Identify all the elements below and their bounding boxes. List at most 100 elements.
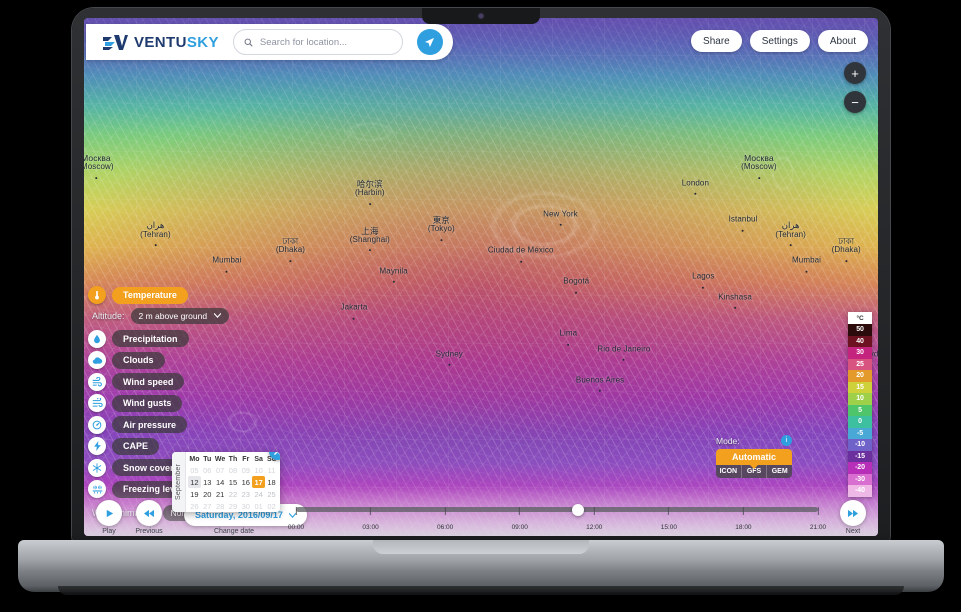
time-tick: 18:00 (735, 507, 752, 534)
layer-label: Temperature (112, 286, 188, 304)
layer-item-temperature[interactable]: Temperature (88, 286, 229, 304)
layer-label: CAPE (112, 437, 160, 455)
next-button[interactable] (840, 500, 866, 526)
calendar-week-row: 12 13 14 15 16 17 18 (188, 476, 278, 488)
calendar-day[interactable]: 20 (201, 488, 214, 500)
mode-automatic-button[interactable]: Automatic (716, 449, 792, 469)
altitude-label: Altitude: (92, 310, 125, 321)
legend-stop: 5 (848, 404, 872, 416)
legend-stop: -30 (848, 473, 872, 485)
about-button[interactable]: About (817, 30, 868, 52)
map-city-label: Ciudad de México (487, 245, 554, 262)
map-city-label: Sydney (435, 349, 463, 366)
mode-header: Mode: i (716, 435, 792, 446)
wind-icon (88, 372, 106, 391)
zoom-out-button[interactable]: − (844, 91, 866, 113)
layer-item-clouds[interactable]: Clouds (88, 351, 229, 369)
map-city-label: Mumbai (212, 256, 242, 273)
calendar-day[interactable]: 27 (201, 500, 214, 512)
calendar-week-row: 19 20 21 22 23 24 25 (188, 488, 278, 500)
map-city-label: 哈尔滨 (Harbin) (354, 179, 385, 205)
calendar-day[interactable]: 02 (265, 500, 278, 512)
map-city-label: 東京 (Tokyo) (427, 215, 455, 241)
time-tick: 06:00 (437, 507, 453, 534)
top-bar: VENTUSKY Search for location... Share Se… (84, 18, 878, 66)
layer-label: Clouds (112, 351, 165, 369)
calendar-day[interactable]: 24 (252, 488, 265, 500)
calendar-day[interactable]: 05 (188, 464, 201, 476)
calendar-day[interactable]: 23 (239, 488, 252, 500)
calendar-day[interactable]: 08 (227, 464, 240, 476)
legend-stop: -20 (848, 462, 872, 474)
brand-search-bar: VENTUSKY Search for location... (86, 24, 453, 60)
play-button[interactable] (96, 500, 122, 526)
map-city-label: Maynila (379, 266, 408, 283)
layer-label: Precipitation (112, 330, 189, 347)
mode-option-gem[interactable]: GEM (767, 465, 792, 478)
legend-stop: 40 (848, 335, 872, 347)
date-picker-popup[interactable]: September Mo Tu We Th Fr Sa Su 05 06 07 08 09 10 11 1… (172, 452, 280, 512)
calendar-day[interactable]: 22 (227, 488, 240, 500)
time-tick: 15:00 (661, 507, 677, 534)
calendar-day[interactable]: 19 (188, 488, 201, 500)
calendar-day[interactable]: 06 (201, 464, 214, 476)
calendar-day[interactable]: 25 (265, 488, 278, 500)
calendar-day[interactable]: 01 (252, 500, 265, 512)
calendar-day[interactable]: 11 (265, 464, 278, 476)
settings-button[interactable]: Settings (749, 30, 810, 52)
ventusky-chevrons-logo (103, 34, 128, 50)
altitude-row: Altitude: 2 m above ground (92, 307, 230, 324)
map-city-label: ঢাকা (Dhaka) (275, 236, 306, 262)
search-input[interactable]: Search for location... (232, 29, 403, 55)
cloud-icon (88, 351, 106, 369)
info-icon[interactable]: i (781, 435, 792, 446)
altitude-select[interactable]: 2 m above ground (130, 307, 230, 324)
next-caption: Next (845, 528, 861, 535)
map-city-label: London (681, 178, 710, 195)
calendar-day[interactable]: 07 (214, 464, 227, 476)
app-logo[interactable]: VENTUSKY (102, 34, 219, 51)
calendar-day[interactable]: 28 (214, 500, 227, 512)
previous-button[interactable] (136, 500, 162, 526)
layer-label: Wind gusts (112, 394, 183, 412)
calendar-day[interactable]: 16 (239, 476, 252, 488)
calendar-day[interactable]: 17 (252, 476, 266, 488)
calendar-day[interactable]: 09 (239, 464, 252, 476)
calendar-day[interactable]: 29 (227, 500, 240, 512)
map-city-label: Москва(Moscow) (84, 153, 114, 179)
altitude-value: 2 m above ground (138, 310, 208, 321)
zoom-controls: + − (844, 62, 866, 113)
layer-item-wind-gusts[interactable]: Wind gusts (88, 394, 229, 412)
layer-item-temperature[interactable]: Temperature (88, 286, 229, 304)
mode-label: Mode: (716, 435, 740, 446)
screenshot-root: Москва(Moscow) هران(Tehran) Mumbai ঢাকা(Dha… (0, 0, 961, 612)
locate-button[interactable] (416, 29, 443, 55)
calendar-day[interactable]: 12 (188, 476, 201, 488)
calendar-weekday: Tu (203, 456, 212, 463)
previous-caption: Previous (135, 528, 163, 535)
play-icon (106, 509, 113, 517)
calendar-day[interactable]: 18 (265, 476, 278, 488)
laptop-base (18, 540, 944, 592)
time-tick: 00:00 (288, 507, 304, 534)
raindrop-icon (88, 329, 106, 348)
search-icon (244, 38, 253, 47)
layer-item-precipitation[interactable]: Precipitation (88, 329, 229, 348)
calendar-day[interactable]: 15 (227, 476, 240, 488)
share-button[interactable]: Share (691, 30, 742, 52)
calendar-day[interactable]: 30 (239, 500, 252, 512)
calendar-day[interactable]: 10 (252, 464, 265, 476)
map-city-label: هران (Tehran) (775, 220, 806, 246)
map-city-label: Mumbai (792, 256, 822, 273)
legend-stop: 50 (848, 324, 872, 336)
thermometer-icon (88, 286, 106, 304)
calendar-day[interactable]: 13 (201, 476, 214, 488)
layer-item-air-pressure[interactable]: Air pressure (88, 415, 229, 434)
rewind-icon (143, 509, 155, 517)
calendar-day[interactable]: 26 (188, 500, 201, 512)
calendar-day[interactable]: 14 (214, 476, 227, 488)
mode-option-icon[interactable]: ICON (716, 465, 742, 478)
layer-item-wind-speed[interactable]: Wind speed (88, 372, 229, 391)
legend-stop: -15 (848, 450, 872, 462)
calendar-day[interactable]: 21 (214, 488, 227, 500)
